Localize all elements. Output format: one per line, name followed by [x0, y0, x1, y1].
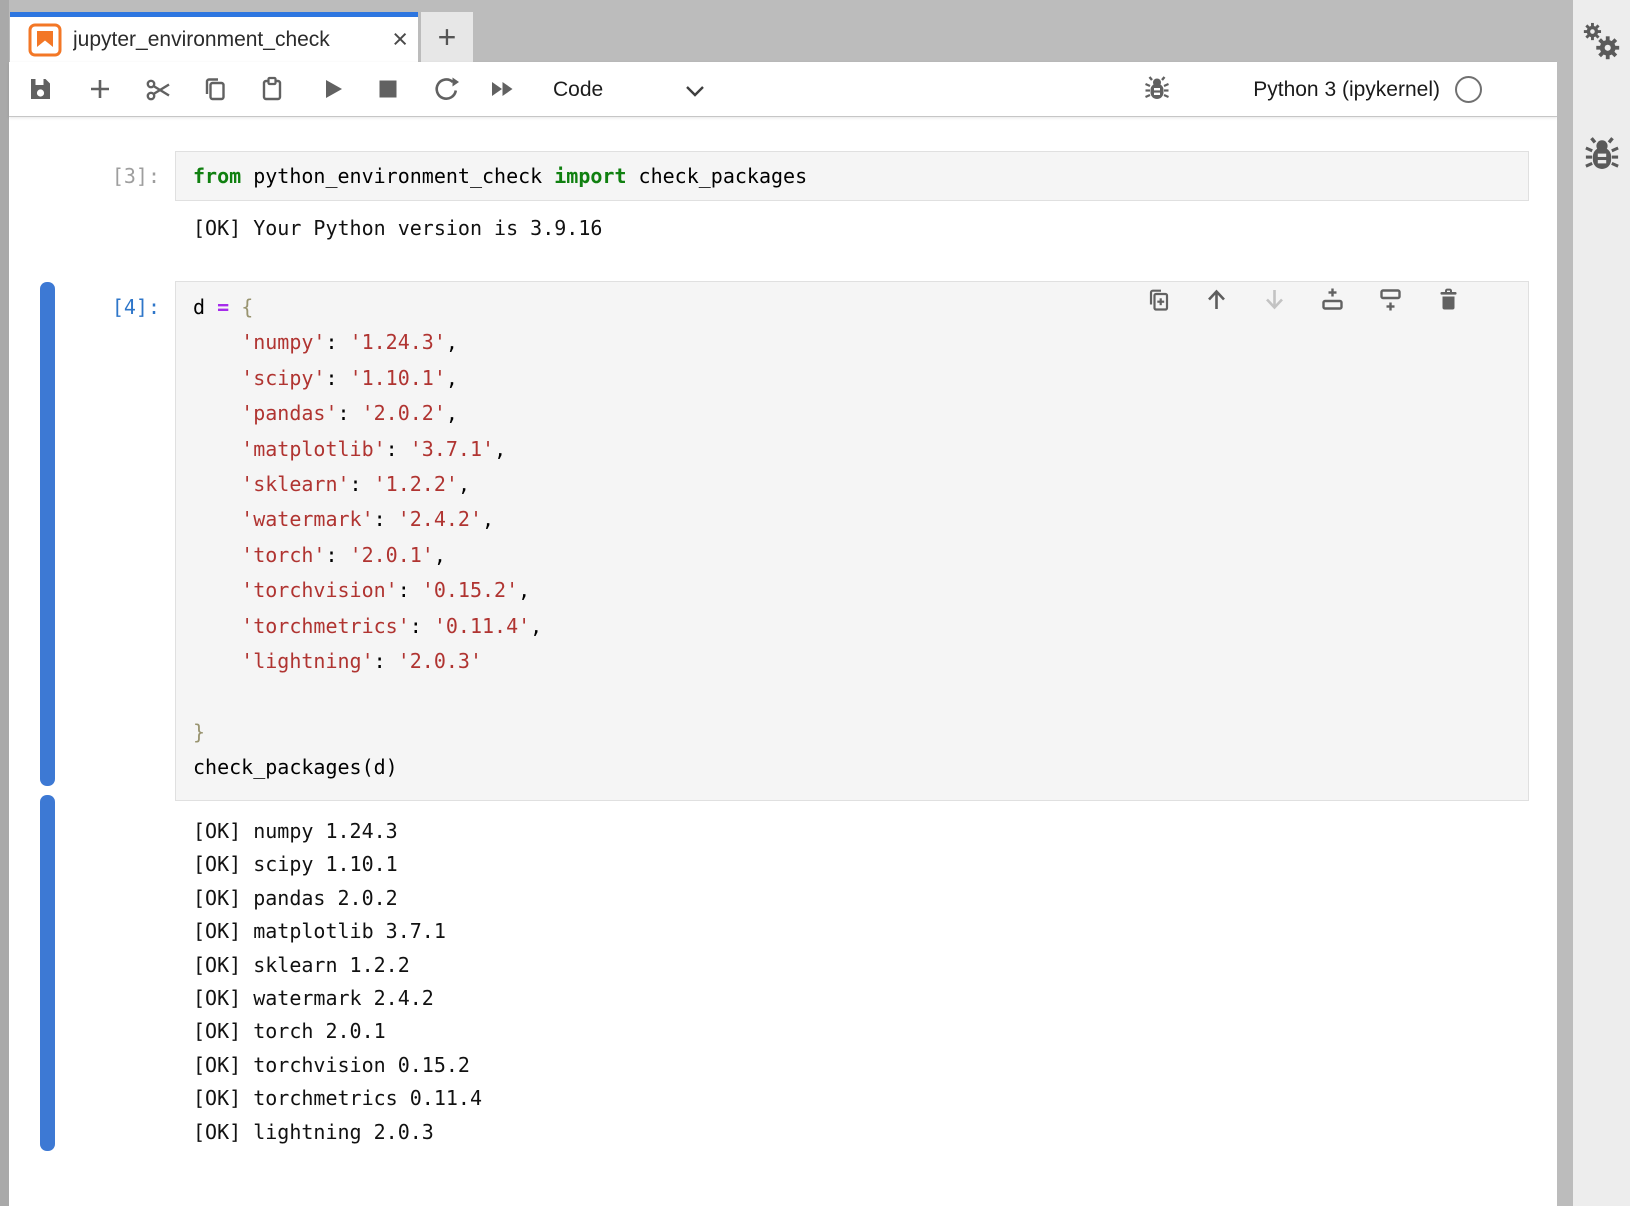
insert-cell-above-icon[interactable] — [1319, 286, 1346, 313]
add-cell-icon[interactable] — [86, 75, 114, 103]
chevron-down-icon[interactable] — [685, 85, 705, 97]
paste-icon[interactable] — [258, 75, 286, 103]
cut-icon[interactable] — [144, 75, 172, 103]
code-editor-3[interactable]: from python_environment_check import che… — [176, 164, 807, 188]
cell-toolbar — [1145, 286, 1462, 313]
copy-icon[interactable] — [201, 75, 229, 103]
notebook-toolbar: Code Python 3 (ipykernel) — [9, 62, 1557, 117]
input-prompt-4: [4]: — [60, 295, 160, 319]
insert-cell-below-icon[interactable] — [1377, 286, 1404, 313]
tab-title: jupyter_environment_check — [73, 28, 390, 52]
move-cell-down-icon[interactable] — [1261, 286, 1288, 313]
debugger-tab-icon[interactable] — [1581, 132, 1623, 178]
cell-4-output: [OK] numpy 1.24.3[OK] scipy 1.10.1[OK] p… — [193, 815, 482, 1149]
main-dock-panel: jupyter_environment_check × + — [9, 0, 1557, 1206]
window-right-edge — [1557, 0, 1573, 1206]
stop-icon[interactable] — [374, 75, 402, 103]
kernel-name: Python 3 (ipykernel) — [1253, 62, 1440, 117]
cell-type-dropdown[interactable]: Code — [553, 62, 603, 117]
code-editor-4[interactable]: d = { 'numpy': '1.24.3', 'scipy': '1.10.… — [176, 282, 1528, 786]
new-tab-button[interactable]: + — [421, 12, 473, 62]
restart-kernel-icon[interactable] — [432, 75, 460, 103]
notebook-icon — [28, 23, 62, 57]
move-cell-up-icon[interactable] — [1203, 286, 1230, 313]
tab-bar: jupyter_environment_check × + — [9, 0, 1557, 62]
run-all-icon[interactable] — [489, 75, 517, 103]
tab-close-icon[interactable]: × — [392, 26, 408, 53]
tab-notebook[interactable]: jupyter_environment_check × — [10, 12, 418, 62]
input-prompt-3: [3]: — [60, 164, 160, 188]
code-cell-4[interactable]: d = { 'numpy': '1.24.3', 'scipy': '1.10.… — [175, 281, 1529, 801]
code-cell-3[interactable]: from python_environment_check import che… — [175, 151, 1529, 201]
cell-type-value: Code — [553, 78, 603, 102]
debugger-icon[interactable] — [1142, 74, 1172, 104]
run-icon[interactable] — [318, 75, 346, 103]
input-collapser[interactable] — [40, 282, 55, 786]
save-icon[interactable] — [26, 75, 54, 103]
output-collapser[interactable] — [40, 795, 55, 1151]
duplicate-cell-icon[interactable] — [1145, 286, 1172, 313]
property-inspector-icon[interactable] — [1581, 20, 1623, 66]
cell-3-output: [OK] Your Python version is 3.9.16 — [193, 212, 602, 244]
kernel-status-icon[interactable] — [1455, 76, 1482, 103]
delete-cell-icon[interactable] — [1435, 286, 1462, 313]
window-left-edge — [0, 0, 9, 1206]
right-sidebar — [1573, 0, 1630, 1206]
jupyterlab-window: jupyter_environment_check × + — [0, 0, 1630, 1206]
